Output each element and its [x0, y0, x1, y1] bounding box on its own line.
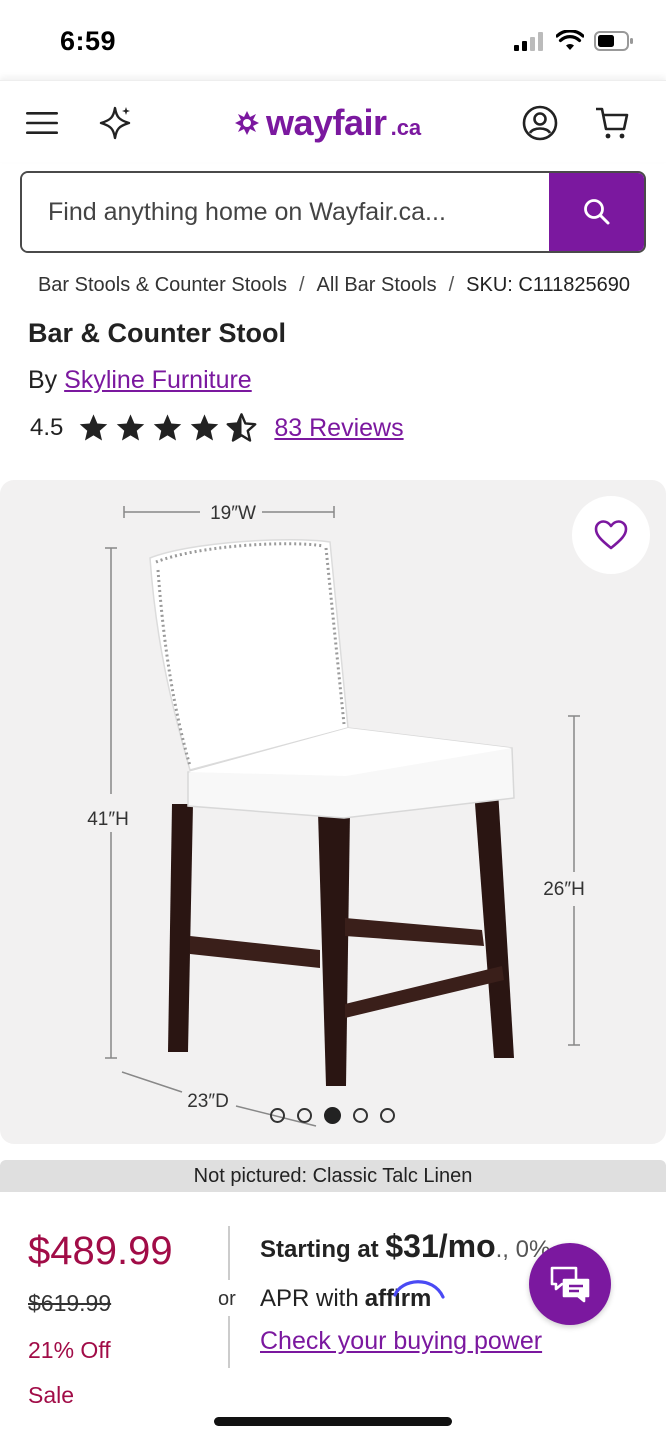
product-image-gallery[interactable]: 19″W 41″H 26″H 23″D [0, 480, 666, 1144]
sale-label: Sale [28, 1382, 75, 1408]
gallery-pagination [270, 1107, 395, 1124]
search-input[interactable] [22, 173, 549, 251]
cart-icon[interactable] [590, 101, 634, 145]
apr-with-label: APR with [260, 1285, 359, 1312]
price-column: $489.99 $619.99 21% Off Sale [28, 1226, 173, 1409]
star-rating [77, 412, 258, 444]
original-price: $619.99 [28, 1290, 112, 1316]
rating-number: 4.5 [30, 414, 64, 441]
sale-price: $489.99 [28, 1229, 173, 1273]
breadcrumb: Bar Stools & Counter Stools / All Bar St… [0, 270, 666, 304]
gallery-dot[interactable] [270, 1108, 285, 1123]
affirm-logo: affirm [365, 1280, 445, 1313]
logo-suffix: .ca [390, 115, 422, 140]
reviews-link[interactable]: 83 Reviews [274, 414, 403, 443]
gallery-dot[interactable] [380, 1108, 395, 1123]
status-icons [514, 30, 634, 52]
by-label: By [28, 366, 58, 394]
search-button[interactable] [549, 173, 644, 251]
search-bar [20, 171, 646, 253]
home-indicator [214, 1417, 452, 1426]
wifi-icon [556, 30, 584, 50]
price-divider-top [228, 1226, 230, 1280]
sparkle-icon[interactable] [93, 101, 137, 145]
signal-icon [514, 32, 543, 51]
chat-icon [550, 1266, 590, 1303]
or-label: or [218, 1288, 236, 1310]
affirm-arc-icon [393, 1280, 445, 1299]
account-icon[interactable] [518, 101, 562, 145]
product-title: Bar & Counter Stool [28, 318, 287, 348]
star-half-icon [226, 413, 257, 442]
breadcrumb-item-bar-counter-stools[interactable]: Bar Stools & Counter Stools [38, 274, 287, 297]
not-pictured-note: Not pictured: Classic Talc Linen [0, 1160, 666, 1192]
wayfair-logo[interactable]: wayfair .ca [232, 101, 421, 145]
dimension-width-label: 19″W [210, 503, 256, 524]
breadcrumb-separator: / [448, 274, 455, 296]
breadcrumb-item-all-bar-stools[interactable]: All Bar Stools [317, 274, 437, 297]
gallery-dot[interactable] [353, 1108, 368, 1123]
star-full-icon [191, 414, 219, 441]
starting-at-label: Starting at [260, 1236, 379, 1263]
dimension-seat-height-label: 26″H [543, 879, 585, 900]
status-bar: 6:59 [0, 0, 666, 80]
check-buying-power-link[interactable]: Check your buying power [260, 1327, 542, 1356]
price-divider-bottom [228, 1316, 230, 1368]
hamburger-menu-icon[interactable] [20, 101, 64, 145]
logo-text: wayfair [266, 102, 387, 143]
gallery-dot-active[interactable] [324, 1107, 341, 1124]
search-icon [583, 199, 609, 225]
site-header: wayfair .ca [0, 80, 666, 162]
chat-button[interactable] [529, 1243, 611, 1325]
heart-icon [594, 520, 628, 550]
product-image: 19″W 41″H 26″H 23″D [87, 503, 585, 1127]
star-full-icon [80, 414, 108, 441]
status-time: 6:59 [60, 26, 117, 56]
battery-icon [594, 31, 633, 51]
breadcrumb-sku: SKU: C111825690 [466, 274, 630, 296]
favorite-button[interactable] [572, 496, 650, 574]
product-byline: By Skyline Furniture [28, 366, 252, 395]
dimension-height-label: 41″H [87, 809, 129, 830]
brand-link[interactable]: Skyline Furniture [64, 366, 252, 394]
star-full-icon [154, 414, 182, 441]
dimension-depth-label: 23″D [187, 1091, 229, 1112]
wayfair-logo-mark-icon [235, 111, 259, 135]
monthly-amount: $31/mo [385, 1228, 496, 1264]
star-full-icon [117, 414, 145, 441]
discount-label: 21% Off [28, 1337, 111, 1363]
gallery-dot[interactable] [297, 1108, 312, 1123]
rating-row: 4.5 83 Reviews [30, 412, 404, 444]
breadcrumb-separator: / [298, 274, 305, 296]
